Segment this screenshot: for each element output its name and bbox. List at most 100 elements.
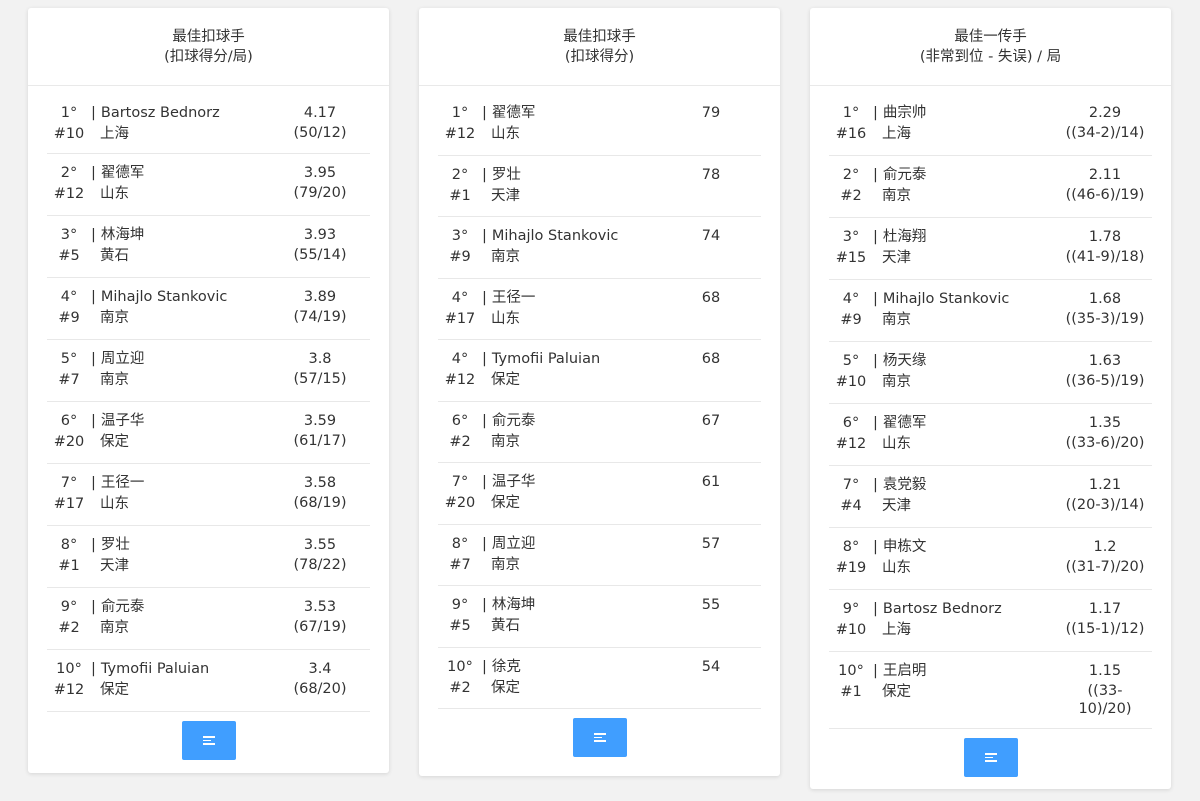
rank-position: 8° bbox=[451, 535, 469, 552]
ranking-row: 8°#7周立迎南京57 bbox=[438, 525, 761, 586]
player-cell: 徐克保定 bbox=[482, 657, 661, 709]
best-attacker-per-set-panel: 最佳扣球手(扣球得分/局)1°#10Bartosz Bednorz上海4.17(… bbox=[28, 8, 389, 773]
ranking-row: 9°#10Bartosz Bednorz上海1.17((15-1)/12) bbox=[829, 590, 1152, 652]
rank-position: 8° bbox=[60, 537, 78, 553]
more-list-button[interactable] bbox=[572, 718, 627, 757]
player-name: 温子华 bbox=[91, 411, 270, 432]
jersey-number: #2 bbox=[840, 188, 862, 204]
rank-cell: 6° #12 bbox=[829, 413, 873, 465]
rank-position: 2° bbox=[60, 165, 78, 181]
panel-header: 最佳一传手 (非常到位 - 失误) / 局 bbox=[810, 8, 1171, 86]
ranking-row: 4°#17王径一山东68 bbox=[438, 279, 761, 340]
rank-position: 3° bbox=[60, 227, 78, 243]
player-name: 王径一 bbox=[91, 473, 270, 494]
rank-position: 9° bbox=[60, 599, 78, 615]
jersey-number: #9 bbox=[840, 312, 862, 328]
stat-value: 1.35 bbox=[1088, 415, 1122, 431]
team-name: 上海 bbox=[100, 126, 129, 142]
rank-cell: 4° #9 bbox=[47, 287, 91, 339]
jersey-number: #10 bbox=[835, 374, 867, 390]
ranking-row: 6°#20温子华保定3.59(61/17) bbox=[47, 402, 370, 464]
stat-value: 55 bbox=[701, 597, 721, 613]
player-name: Mihajlo Stankovic bbox=[482, 226, 661, 247]
rank-cell: 2° #12 bbox=[47, 163, 91, 215]
team-name: 保定 bbox=[100, 434, 129, 450]
stat-cell: 54 bbox=[661, 657, 761, 709]
player-cell: 温子华保定 bbox=[482, 472, 661, 524]
player-name: Tymofii Paluian bbox=[482, 349, 661, 370]
stat-value: 3.95 bbox=[303, 165, 337, 181]
team-name: 南京 bbox=[100, 310, 129, 326]
team-name: 山东 bbox=[491, 310, 520, 327]
player-name: 杜海翔 bbox=[873, 227, 1062, 248]
jersey-number: #12 bbox=[53, 186, 85, 202]
team-name: 黄石 bbox=[491, 618, 520, 634]
team-name: 山东 bbox=[882, 436, 911, 452]
rank-cell: 9° #2 bbox=[47, 597, 91, 649]
jersey-number: #7 bbox=[58, 372, 80, 388]
player-cell: 王径一山东 bbox=[482, 288, 661, 340]
player-cell: 俞元泰南京 bbox=[873, 165, 1062, 217]
rank-cell: 9° #10 bbox=[829, 599, 873, 651]
player-cell: Mihajlo Stankovic 南京 bbox=[91, 287, 270, 339]
ranking-row: 6°#2俞元泰南京67 bbox=[438, 402, 761, 463]
team-name: 南京 bbox=[882, 374, 911, 390]
jersey-number: #20 bbox=[444, 495, 476, 511]
ranking-row: 5°#7周立迎南京3.8(57/15) bbox=[47, 340, 370, 402]
rank-position: 1° bbox=[451, 105, 469, 121]
player-cell: 翟德军山东 bbox=[873, 413, 1062, 465]
more-list-button[interactable] bbox=[963, 738, 1018, 777]
player-cell: 林海坤黄石 bbox=[482, 595, 661, 647]
stat-value: 2.29 bbox=[1088, 105, 1122, 121]
ranking-list: 1°#10Bartosz Bednorz上海4.17(50/12)2°#12翟德… bbox=[28, 94, 389, 712]
stat-cell: 1.35 ((33-6)/20) bbox=[1062, 413, 1148, 465]
rank-position: 2° bbox=[842, 167, 860, 183]
team-name: 保定 bbox=[491, 495, 520, 511]
jersey-number: #17 bbox=[53, 496, 85, 512]
player-name: 翟德军 bbox=[91, 163, 270, 184]
rank-cell: 8° #19 bbox=[829, 537, 873, 589]
jersey-number: #10 bbox=[53, 126, 85, 142]
team-name: 天津 bbox=[100, 558, 129, 574]
rank-position: 2° bbox=[451, 166, 469, 183]
rank-cell: 7° #17 bbox=[47, 473, 91, 525]
rank-cell: 2° #1 bbox=[438, 165, 482, 217]
stat-ratio: (78/22) bbox=[293, 557, 347, 573]
rank-cell: 1° #12 bbox=[438, 103, 482, 155]
player-cell: 王径一山东 bbox=[91, 473, 270, 525]
stat-cell: 3.55 (78/22) bbox=[270, 535, 370, 587]
stat-ratio: ((35-3)/19) bbox=[1065, 311, 1145, 327]
rank-position: 4° bbox=[451, 351, 469, 367]
team-name: 南京 bbox=[491, 249, 520, 265]
rank-position: 7° bbox=[451, 474, 469, 490]
stat-value: 3.53 bbox=[303, 599, 337, 615]
stat-cell: 1.17 ((15-1)/12) bbox=[1062, 599, 1148, 651]
team-name: 山东 bbox=[491, 126, 520, 142]
jersey-number: #17 bbox=[444, 310, 476, 327]
ranking-row: 1°#12翟德军山东79 bbox=[438, 94, 761, 156]
stat-cell: 4.17 (50/12) bbox=[270, 103, 370, 153]
player-cell: Tymofii Paluian 保定 bbox=[91, 659, 270, 711]
player-name: Bartosz Bednorz bbox=[91, 103, 270, 124]
list-menu-icon bbox=[593, 733, 606, 742]
stat-ratio: ((15-1)/12) bbox=[1065, 621, 1145, 637]
stat-value: 3.93 bbox=[303, 227, 337, 243]
stat-value: 3.58 bbox=[303, 475, 337, 491]
rank-position: 1° bbox=[60, 105, 78, 121]
jersey-number: #12 bbox=[444, 126, 476, 142]
stat-cell: 3.93 (55/14) bbox=[270, 225, 370, 277]
rank-cell: 5° #7 bbox=[47, 349, 91, 401]
rank-cell: 6° #20 bbox=[47, 411, 91, 463]
team-name: 南京 bbox=[882, 312, 911, 328]
stat-value: 54 bbox=[701, 658, 721, 675]
player-cell: 温子华保定 bbox=[91, 411, 270, 463]
ranking-row: 9°#5林海坤黄石55 bbox=[438, 586, 761, 648]
stat-ratio: ((46-6)/19) bbox=[1065, 187, 1145, 203]
ranking-row: 8°#19申栋文山东1.2((31-7)/20) bbox=[829, 528, 1152, 590]
player-name: 林海坤 bbox=[91, 225, 270, 246]
jersey-number: #1 bbox=[58, 558, 80, 574]
jersey-number: #10 bbox=[835, 622, 867, 638]
stat-cell: 3.59 (61/17) bbox=[270, 411, 370, 463]
more-list-button[interactable] bbox=[181, 721, 236, 760]
ranking-list: 1°#12翟德军山东792°#1罗壮天津783°#9Mihajlo Stanko… bbox=[419, 94, 780, 709]
